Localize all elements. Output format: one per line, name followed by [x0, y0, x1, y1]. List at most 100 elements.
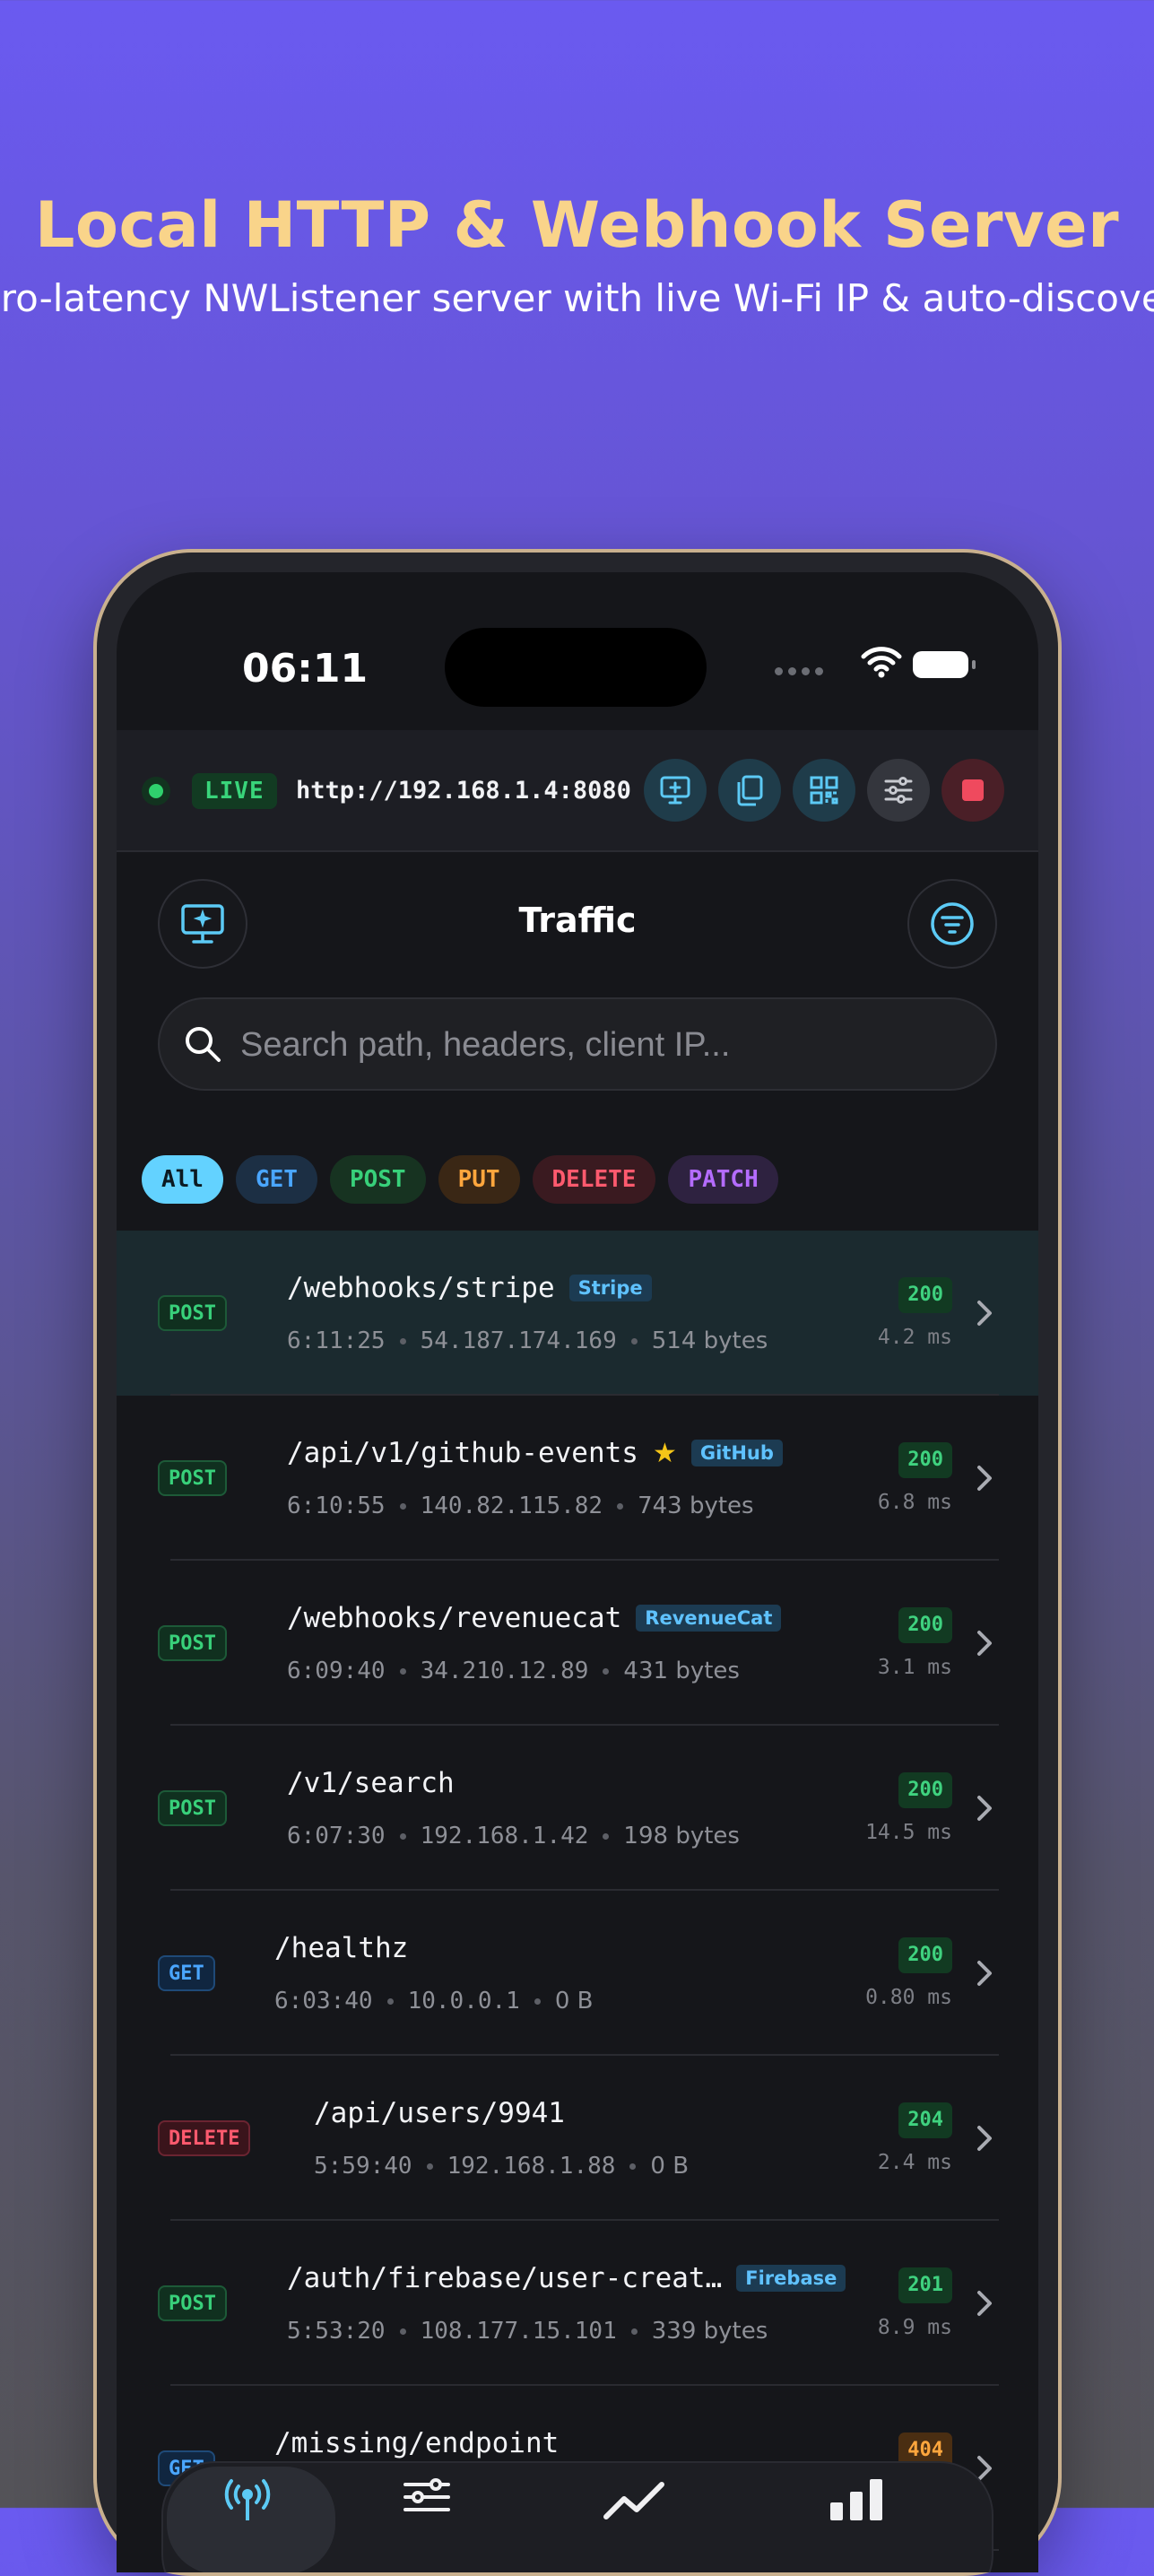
separator-dot	[629, 2163, 637, 2170]
chevron-right-icon	[977, 1961, 992, 1986]
sliders-icon[interactable]	[400, 2476, 454, 2520]
request-path: /missing/endpoint	[274, 2427, 560, 2459]
request-row[interactable]: POST/auth/firebase/user-creat… Firebase 5:…	[117, 2221, 1038, 2386]
sliders-icon	[884, 777, 913, 804]
client-ip: 34.210.12.89	[420, 1658, 589, 1684]
request-row[interactable]: GET/healthz 6:03:40 10.0.0.1 0 B 200 0.80 ms	[117, 1891, 1038, 2056]
separator-dot	[399, 1337, 406, 1345]
filter-chip-patch[interactable]: PATCH	[668, 1155, 778, 1204]
status-code-badge: 200	[898, 1607, 952, 1643]
response-duration: 14.5 ms	[865, 1821, 952, 1844]
source-tag: GitHub	[690, 1440, 783, 1466]
stop-icon	[962, 779, 984, 801]
response-duration: 2.4 ms	[877, 2151, 952, 2174]
separator-dot	[603, 1832, 610, 1840]
request-meta: 6:07:30 192.168.1.42 198 bytes	[287, 1823, 740, 1849]
payload-size: 0 B	[554, 1988, 594, 2015]
client-ip: 140.82.115.82	[420, 1493, 603, 1519]
separator-dot	[399, 1502, 406, 1510]
battery-icon	[913, 651, 976, 678]
request-meta: 6:03:40 10.0.0.1 0 B	[274, 1988, 593, 2015]
page-title: Traffic	[518, 901, 637, 940]
request-path: /api/users/9941	[314, 2097, 565, 2129]
server-toolbar: LIVE http://192.168.1.4:8080	[117, 730, 1038, 852]
status-code-badge: 201	[898, 2267, 952, 2303]
broadcast-icon[interactable]	[221, 2476, 274, 2520]
path-line: /webhooks/stripe Stripe	[287, 1272, 652, 1304]
method-badge: POST	[158, 1625, 227, 1661]
filter-chip-delete[interactable]: DELETE	[532, 1155, 656, 1204]
filter-icon	[931, 902, 974, 945]
tab-bar	[161, 2461, 993, 2572]
live-badge: LIVE	[192, 773, 277, 809]
phone-frame: 06:11 LIVE http://192.168.1.4:8080 Traff…	[93, 549, 1062, 2576]
request-meta: 5:53:20 108.177.15.101 339 bytes	[287, 2318, 768, 2345]
separator-dot	[426, 2163, 433, 2170]
chevron-right-icon	[977, 1301, 992, 1326]
qr-code-button[interactable]	[793, 759, 855, 822]
request-meta: 5:59:40 192.168.1.88 0 B	[314, 2153, 689, 2180]
method-badge: POST	[158, 2285, 227, 2321]
request-time: 6:10:55	[287, 1493, 386, 1519]
request-path: /healthz	[274, 1932, 409, 1964]
qr-code-icon	[810, 776, 838, 805]
filter-chip-get[interactable]: GET	[235, 1155, 317, 1204]
request-meta: 6:09:40 34.210.12.89 431 bytes	[287, 1658, 740, 1684]
payload-size: 0 B	[650, 2153, 690, 2180]
method-badge: DELETE	[158, 2120, 251, 2156]
filter-button[interactable]	[907, 879, 997, 969]
server-url[interactable]: http://192.168.1.4:8080	[296, 775, 631, 807]
filter-chip-put[interactable]: PUT	[438, 1155, 520, 1204]
source-tag: Stripe	[568, 1275, 652, 1301]
server-settings-button[interactable]	[867, 759, 930, 822]
source-tag: RevenueCat	[636, 1605, 782, 1632]
path-line: /auth/firebase/user-creat… Firebase	[287, 2262, 846, 2294]
search-icon	[186, 1027, 221, 1062]
dynamic-island	[445, 628, 707, 707]
request-path: /v1/search	[287, 1767, 455, 1799]
separator-dot	[603, 1667, 610, 1675]
search-input[interactable]	[239, 999, 968, 1091]
chart-bar-icon[interactable]	[827, 2476, 889, 2520]
request-row[interactable]: POST/webhooks/revenuecat RevenueCat 6:09:4…	[117, 1561, 1038, 1726]
request-time: 6:09:40	[287, 1658, 386, 1684]
filter-chip-post[interactable]: POST	[329, 1155, 426, 1204]
response-duration: 3.1 ms	[877, 1656, 952, 1679]
status-code-badge: 200	[898, 1442, 952, 1478]
star-icon: ★	[652, 1438, 677, 1468]
chart-line-icon[interactable]	[603, 2476, 665, 2520]
desktop-add-icon	[660, 776, 690, 805]
search-bar	[158, 997, 997, 1091]
request-row[interactable]: POST/v1/search 6:07:30 192.168.1.42 198 byt…	[117, 1726, 1038, 1891]
copy-icon	[737, 775, 763, 806]
request-row[interactable]: DELETE/api/users/9941 5:59:40 192.168.1.88…	[117, 2056, 1038, 2221]
response-duration: 8.9 ms	[877, 2316, 952, 2339]
request-row[interactable]: POST/webhooks/stripe Stripe 6:11:25 54.187.…	[117, 1231, 1038, 1396]
payload-size: 743 bytes	[638, 1493, 754, 1519]
request-time: 5:53:20	[287, 2318, 386, 2345]
payload-size: 198 bytes	[623, 1823, 740, 1849]
request-time: 6:03:40	[274, 1988, 373, 2015]
open-dashboard-button[interactable]	[644, 759, 707, 822]
chevron-right-icon	[977, 1631, 992, 1656]
response-duration: 0.80 ms	[865, 1986, 952, 2009]
request-meta: 6:10:55 140.82.115.82 743 bytes	[287, 1493, 754, 1519]
path-line: /api/v1/github-events ★ GitHub	[287, 1437, 783, 1469]
wifi-icon	[861, 647, 902, 678]
status-time: 06:11	[242, 646, 369, 692]
stop-server-button[interactable]	[941, 759, 1004, 822]
cellular-signal-icon	[775, 667, 823, 675]
chevron-right-icon	[977, 2126, 992, 2151]
request-row[interactable]: POST/api/v1/github-events ★ GitHub 6:10:55 1…	[117, 1396, 1038, 1561]
request-path: /webhooks/revenuecat	[287, 1602, 622, 1634]
separator-dot	[386, 1997, 394, 2005]
request-time: 6:07:30	[287, 1823, 386, 1849]
client-ip: 192.168.1.88	[447, 2153, 616, 2180]
method-badge: GET	[158, 1955, 215, 1991]
filter-chip-all[interactable]: All	[142, 1155, 223, 1204]
separator-dot	[630, 2328, 638, 2335]
response-duration: 4.2 ms	[877, 1326, 952, 1349]
copy-url-button[interactable]	[718, 759, 781, 822]
request-time: 6:11:25	[287, 1327, 386, 1354]
request-path: /webhooks/stripe	[287, 1272, 555, 1304]
